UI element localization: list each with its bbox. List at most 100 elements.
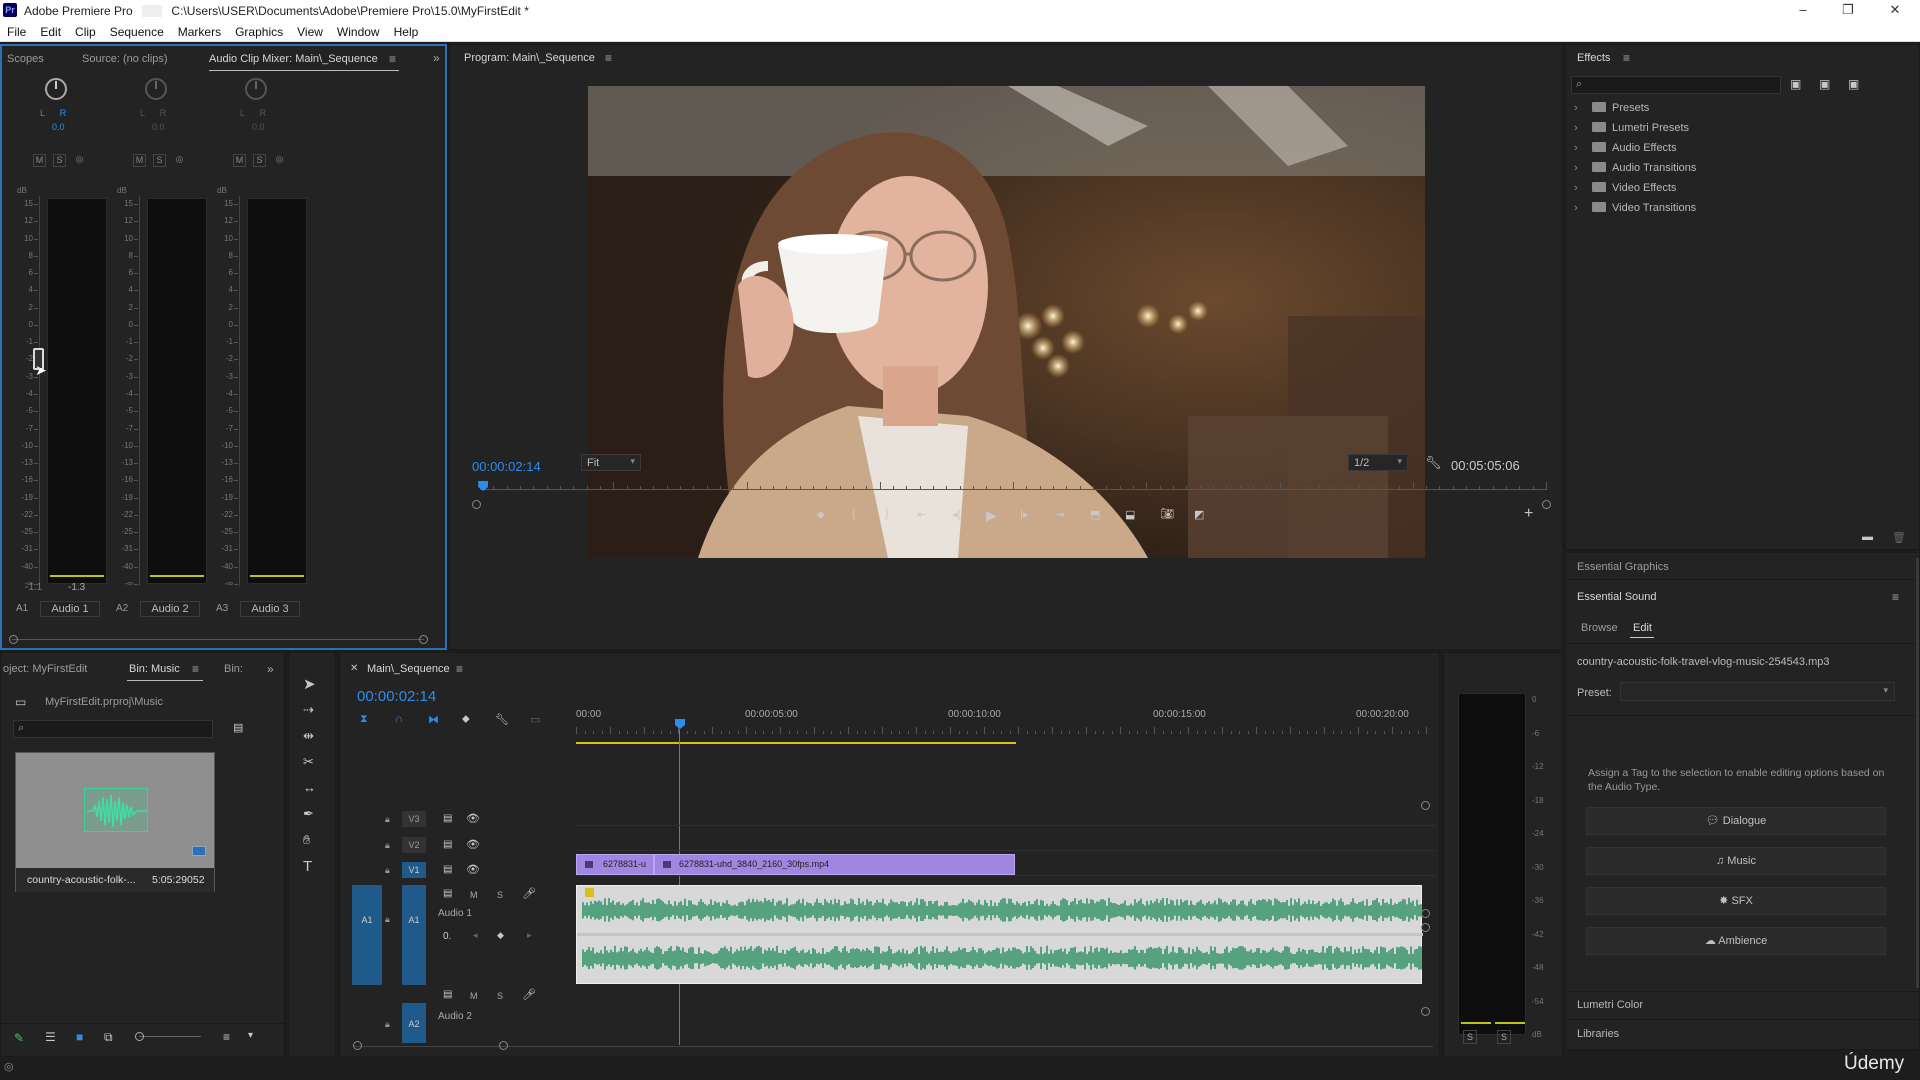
linked-selection-icon[interactable]: ⧓ <box>428 713 439 726</box>
lumetri-color-section[interactable]: Lumetri Color <box>1577 999 1643 1011</box>
bin-menu-icon[interactable]: ≡ <box>192 662 199 676</box>
step-back-icon[interactable]: ◂| <box>952 508 960 521</box>
sync-lock-icon[interactable]: ▤ <box>443 989 452 1000</box>
music-button[interactable]: ♫ Music <box>1586 847 1886 875</box>
new-bin-icon[interactable]: ▬ <box>1862 531 1873 543</box>
vertical-zoom-handle[interactable] <box>1421 923 1430 932</box>
effects-folder-video-effects[interactable]: › Video Effects <box>1574 182 1696 202</box>
export-frame-camera-icon[interactable]: 📷︎ <box>1160 507 1174 520</box>
zoom-slider[interactable] <box>139 1036 201 1037</box>
sort-icon[interactable]: ≡ <box>223 1030 230 1044</box>
sfx-button[interactable]: ✸ SFX <box>1586 887 1886 915</box>
type-tool-icon[interactable]: T <box>303 858 312 875</box>
ripple-edit-tool-icon[interactable]: ⇹ <box>303 728 314 744</box>
slip-tool-icon[interactable]: ↔ <box>303 780 316 795</box>
close-tab-icon[interactable]: ✕ <box>350 663 358 674</box>
tab-essential-graphics[interactable]: Essential Graphics <box>1577 561 1669 573</box>
step-forward-icon[interactable]: |▸ <box>1020 508 1028 521</box>
essential-sound-menu-icon[interactable]: ≡ <box>1892 590 1899 604</box>
add-marker-icon[interactable]: ⬥ <box>817 509 825 522</box>
music-clip-thumbnail[interactable]: country-acoustic-folk-... 5:05:29052 <box>15 752 215 892</box>
timeline-timecode[interactable]: 00:00:02:14 <box>357 688 436 705</box>
menu-file[interactable]: File <box>0 22 33 39</box>
tab-essential-sound[interactable]: Essential Sound <box>1577 591 1657 603</box>
selection-tool-icon[interactable]: ➤ <box>303 675 316 693</box>
work-area-bar[interactable] <box>576 742 1016 744</box>
sync-lock-icon[interactable]: ▤ <box>443 864 452 875</box>
sequence-menu-icon[interactable]: ≡ <box>456 662 463 676</box>
effects-folder-audio-effects[interactable]: › Audio Effects <box>1574 142 1696 162</box>
horizontal-zoom-left[interactable] <box>353 1041 362 1050</box>
vertical-zoom-handle[interactable] <box>1421 801 1430 810</box>
snap-icon[interactable]: ∩ <box>395 713 403 725</box>
panel-menu-icon[interactable]: ≡ <box>389 52 396 66</box>
accelerated-effects-icon[interactable]: ▣ <box>1790 77 1801 91</box>
program-scrub-bar[interactable] <box>472 481 1552 495</box>
minimize-button[interactable]: – <box>1788 2 1818 17</box>
eye-icon[interactable]: 👁︎ <box>466 812 480 825</box>
delete-icon[interactable]: 🗑︎ <box>1892 531 1906 544</box>
extract-icon[interactable]: ⬓ <box>1125 508 1135 521</box>
mute-button[interactable]: M <box>133 154 146 167</box>
sync-lock-icon[interactable]: ▤ <box>443 839 452 850</box>
record-icon[interactable]: ◎ <box>173 154 186 167</box>
pan-knob[interactable] <box>45 78 67 100</box>
pan-value[interactable]: 0.0 <box>152 122 165 132</box>
menu-view[interactable]: View <box>290 22 330 39</box>
chevron-down-icon[interactable]: ▾ <box>248 1030 253 1041</box>
libraries-section[interactable]: Libraries <box>1577 1028 1619 1040</box>
list-view-icon[interactable]: ☰ <box>45 1030 56 1044</box>
track-target-a2[interactable]: A2 <box>402 1003 426 1043</box>
eye-icon[interactable]: 👁︎ <box>466 863 480 876</box>
go-to-in-icon[interactable]: ⇤ <box>917 508 926 521</box>
record-icon[interactable]: ◎ <box>73 154 86 167</box>
hand-tool-icon[interactable]: ✋︎ <box>303 832 310 848</box>
wrench-icon[interactable]: 🔧︎ <box>1425 455 1442 471</box>
program-timecode[interactable]: 00:00:02:14 <box>472 459 541 474</box>
captions-icon[interactable]: ▭ <box>530 713 540 726</box>
tab-scopes[interactable]: Scopes <box>7 53 44 65</box>
lock-icon[interactable]: 🔒︎ <box>385 914 390 925</box>
icon-view-icon[interactable]: ■ <box>76 1030 83 1044</box>
sync-lock-icon[interactable]: ▤ <box>443 888 452 899</box>
solo-a2[interactable]: S <box>497 991 503 1001</box>
pan-value[interactable]: 0.0 <box>52 122 65 132</box>
scroll-right-handle[interactable] <box>419 635 428 644</box>
mute-a2[interactable]: M <box>470 991 478 1001</box>
32bit-effects-icon[interactable]: ▣ <box>1819 77 1830 91</box>
solo-left-button[interactable]: S <box>1463 1030 1477 1044</box>
play-icon[interactable]: ▶ <box>986 507 997 524</box>
channel-name[interactable]: Audio 2 <box>140 601 200 617</box>
add-button-icon[interactable]: + <box>1524 505 1533 523</box>
prev-keyframe-icon[interactable]: ◂ <box>473 930 478 941</box>
eye-icon[interactable]: 👁︎ <box>466 838 480 851</box>
audio-clip-music[interactable] <box>576 885 1423 984</box>
mute-button[interactable]: M <box>33 154 46 167</box>
timeline-ruler[interactable]: 00:00 00:00:05:00 00:00:10:00 00:00:15:0… <box>576 709 1436 749</box>
add-keyframe-icon[interactable]: ◆ <box>497 930 504 941</box>
bin-overflow-icon[interactable]: » <box>267 662 274 676</box>
tab-edit[interactable]: Edit <box>1633 622 1652 634</box>
track-target-v2[interactable]: V2 <box>402 837 426 853</box>
tab-main-sequence[interactable]: Main\_Sequence <box>367 663 450 675</box>
pan-value[interactable]: 0.0 <box>252 122 265 132</box>
track-target-a1[interactable]: A1 <box>402 885 426 985</box>
effects-folder-video-transitions[interactable]: › Video Transitions <box>1574 202 1696 222</box>
video-clip-1[interactable]: 6278831-u <box>576 854 654 875</box>
panel-overflow-icon[interactable]: » <box>433 51 440 65</box>
track-target-v1[interactable]: V1 <box>402 862 426 878</box>
go-to-out-icon[interactable]: ⇥ <box>1055 508 1064 521</box>
channel-name[interactable]: Audio 3 <box>240 601 300 617</box>
razor-tool-icon[interactable]: ✂︎ <box>303 754 314 770</box>
vertical-zoom-handle[interactable] <box>1421 1007 1430 1016</box>
menu-help[interactable]: Help <box>387 22 426 39</box>
zoom-left-handle[interactable] <box>472 500 481 509</box>
scroll-left-handle[interactable] <box>9 635 18 644</box>
effects-folder-lumetri-presets[interactable]: › Lumetri Presets <box>1574 122 1696 142</box>
restore-button[interactable]: ❐ <box>1833 2 1863 18</box>
mark-in-icon[interactable]: { <box>852 508 856 520</box>
solo-a1[interactable]: S <box>497 890 503 900</box>
bin-search-input[interactable]: ⌕ <box>13 720 213 738</box>
solo-button[interactable]: S <box>53 154 66 167</box>
effects-folder-audio-transitions[interactable]: › Audio Transitions <box>1574 162 1696 182</box>
